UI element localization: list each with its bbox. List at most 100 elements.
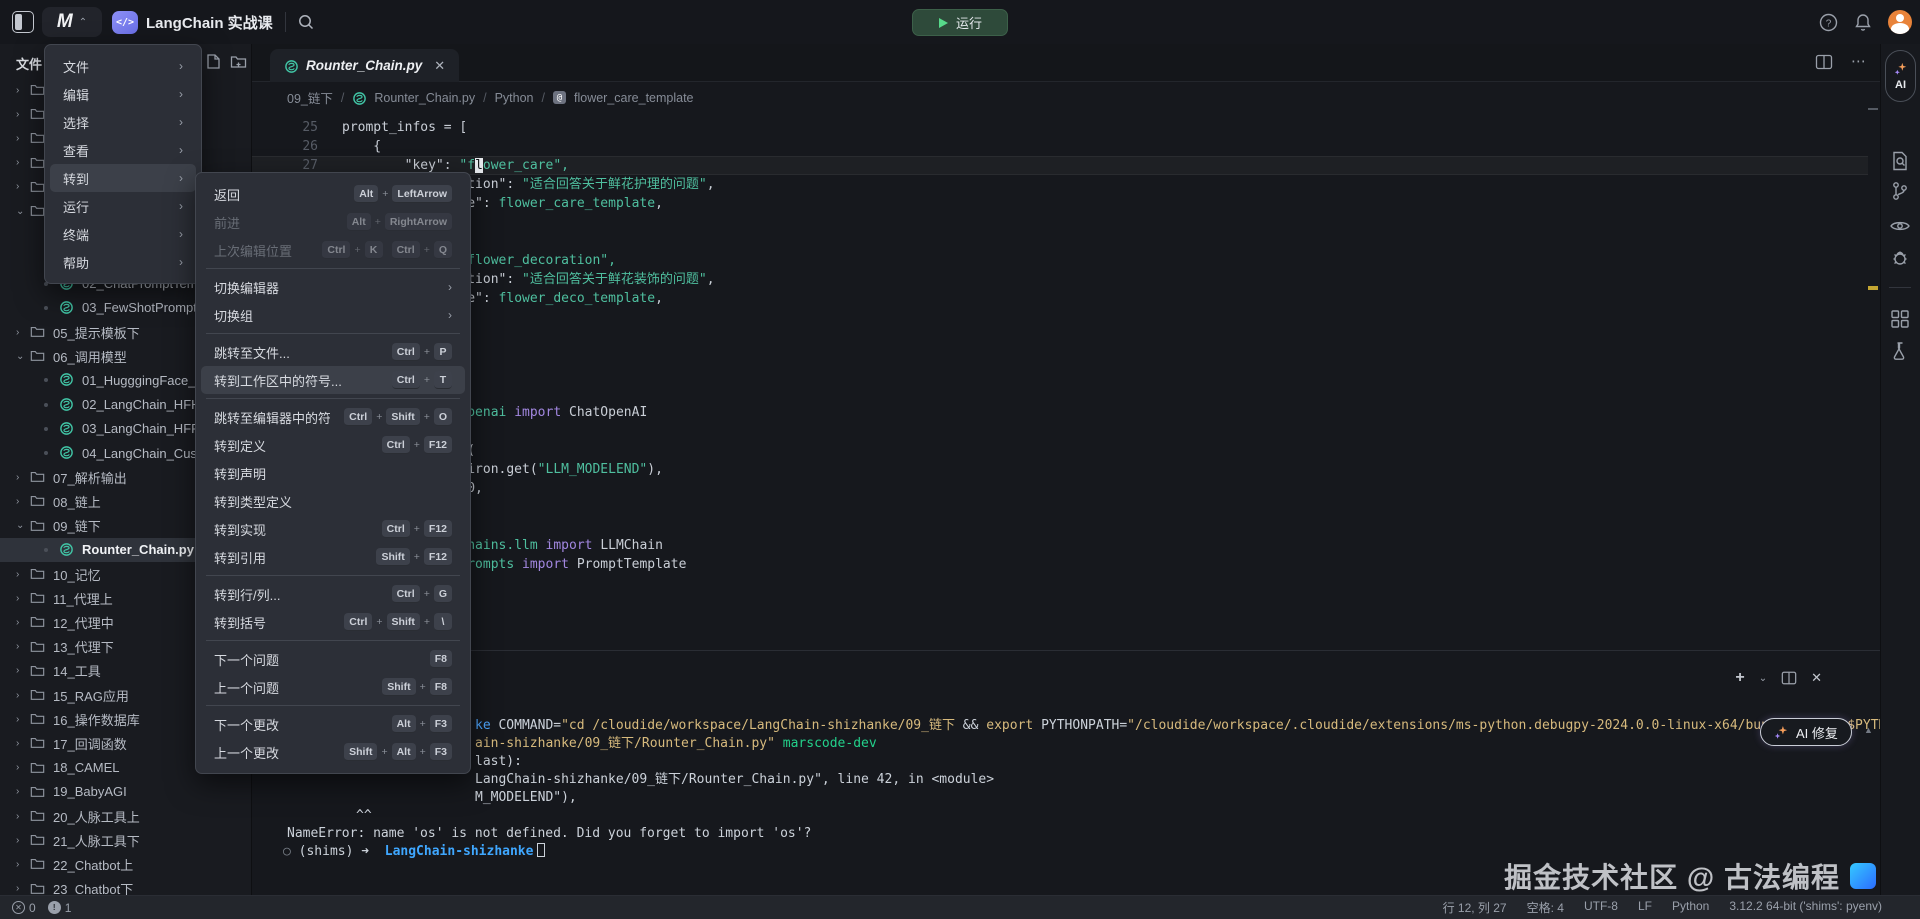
menu-separator xyxy=(206,575,460,576)
chevron-right-icon: › xyxy=(16,835,26,846)
menu-item[interactable]: 跳转至文件...Ctrl+P xyxy=(201,338,465,366)
problems-warnings[interactable]: ! 1 xyxy=(48,901,72,915)
tree-item-label: 14_工具 xyxy=(53,661,101,680)
svg-text:?: ? xyxy=(1826,18,1832,29)
breadcrumb-item[interactable]: flower_care_template xyxy=(574,91,694,105)
eye-icon[interactable] xyxy=(1889,215,1911,237)
menu-item[interactable]: 返回Alt+LeftArrow xyxy=(201,180,465,208)
tree-item-label: 08_链上 xyxy=(53,492,101,511)
main-menu: 文件›编辑›选择›查看›转到›运行›终端›帮助› xyxy=(44,44,202,284)
menu-item[interactable]: 查看› xyxy=(50,136,196,164)
key-badge: LeftArrow xyxy=(392,185,452,203)
key-badge: P xyxy=(434,343,452,361)
close-icon[interactable]: ✕ xyxy=(1811,670,1822,686)
chevron-right-icon: › xyxy=(16,786,26,797)
menu-item[interactable]: 选择› xyxy=(50,108,196,136)
menu-item[interactable]: 上一个更改Shift+Alt+F3 xyxy=(201,738,465,766)
warning-icon: ! xyxy=(48,901,61,914)
app-logo-button[interactable]: M ⌃ xyxy=(42,7,102,37)
menu-item[interactable]: 帮助› xyxy=(50,248,196,276)
breadcrumb[interactable]: 09_链下/Rounter_Chain.py/Python/@flower_ca… xyxy=(287,88,694,107)
chevron-right-icon: › xyxy=(16,762,26,773)
problems-errors[interactable]: ✕ 0 xyxy=(12,901,36,915)
menu-item-label: 转到工作区中的符号... xyxy=(214,371,378,390)
folder-icon xyxy=(30,324,46,340)
key-badge: Alt xyxy=(392,743,416,761)
menu-item[interactable]: 运行› xyxy=(50,192,196,220)
chevron-up-icon: ⌃ xyxy=(79,17,87,28)
tree-item-label: 13_代理下 xyxy=(53,637,114,656)
menu-item[interactable]: 切换编辑器› xyxy=(201,273,465,301)
status-item[interactable]: Python xyxy=(1672,899,1709,916)
menu-item[interactable]: 转到引用Shift+F12 xyxy=(201,543,465,571)
shortcut: Shift+F12 xyxy=(376,548,452,566)
menu-item[interactable]: 文件› xyxy=(50,52,196,80)
menu-item[interactable]: 上一个问题Shift+F8 xyxy=(201,673,465,701)
menu-item[interactable]: 转到括号Ctrl+Shift+\ xyxy=(201,608,465,636)
menu-item[interactable]: 转到声明 xyxy=(201,459,465,487)
status-item[interactable]: LF xyxy=(1638,899,1652,916)
status-item[interactable]: 空格: 4 xyxy=(1527,899,1564,916)
run-label: 运行 xyxy=(956,13,982,32)
file-search-icon[interactable] xyxy=(1889,150,1911,172)
status-item[interactable]: UTF-8 xyxy=(1584,899,1618,916)
file-dot-icon xyxy=(44,403,48,407)
chevron-down-icon[interactable]: ⌄ xyxy=(258,14,267,27)
scroll-up-icon[interactable]: ▲ xyxy=(1864,725,1873,735)
breadcrumb-item[interactable]: Python xyxy=(495,91,534,105)
notifications-bell-icon[interactable] xyxy=(1854,13,1872,32)
menu-item-label: 转到实现 xyxy=(214,520,368,539)
tree-folder-row[interactable]: ›19_BabyAGI xyxy=(0,780,252,804)
breadcrumb-item[interactable]: Rounter_Chain.py xyxy=(374,91,475,105)
menu-item[interactable]: 转到› xyxy=(50,164,196,192)
menu-item[interactable]: 下一个更改Alt+F3 xyxy=(201,710,465,738)
ai-assistant-button[interactable]: AI xyxy=(1885,50,1916,102)
run-button[interactable]: 运行 xyxy=(912,9,1008,36)
panel-toggle-icon[interactable] xyxy=(12,11,34,33)
new-terminal-icon[interactable]: + xyxy=(1735,669,1744,687)
tree-folder-row[interactable]: ›22_Chatbot上 xyxy=(0,852,252,876)
key-badge: F12 xyxy=(424,436,452,454)
status-item[interactable]: 行 12, 列 27 xyxy=(1443,899,1507,916)
menu-item[interactable]: 切换组› xyxy=(201,301,465,329)
folder-icon xyxy=(30,590,46,606)
avatar[interactable] xyxy=(1888,10,1912,34)
tree-folder-row[interactable]: ›20_人脉工具上 xyxy=(0,804,252,828)
terminal-line: LangChain-shizhanke/09_链下/Rounter_Chain.… xyxy=(475,771,994,788)
breadcrumb-separator: / xyxy=(341,91,344,105)
file-dot-icon xyxy=(44,306,48,310)
menu-item[interactable]: 转到定义Ctrl+F12 xyxy=(201,431,465,459)
ai-label: AI xyxy=(1895,79,1906,91)
help-icon[interactable]: ? xyxy=(1819,13,1838,32)
git-branch-icon[interactable] xyxy=(1889,180,1911,202)
menu-item[interactable]: 转到工作区中的符号...Ctrl+T xyxy=(201,366,465,394)
bug-icon[interactable] xyxy=(1889,247,1911,269)
menu-item[interactable]: 编辑› xyxy=(50,80,196,108)
tree-folder-row[interactable]: ›21_人脉工具下 xyxy=(0,828,252,852)
ai-fix-label: AI 修复 xyxy=(1796,723,1838,742)
tree-item-label: 05_提示模板下 xyxy=(53,323,140,342)
tree-folder-row[interactable]: ›23_Chatbot下 xyxy=(0,877,252,895)
chevron-down-icon[interactable]: ⌄ xyxy=(1759,673,1767,684)
terminal-line: ^^ xyxy=(356,807,372,824)
chevron-right-icon: › xyxy=(179,59,183,73)
flask-icon[interactable] xyxy=(1889,340,1911,362)
menu-item[interactable]: 终端› xyxy=(50,220,196,248)
menu-item[interactable]: 跳转至编辑器中的符号...Ctrl+Shift+O xyxy=(201,403,465,431)
menu-item[interactable]: 转到行/列...Ctrl+G xyxy=(201,580,465,608)
status-item[interactable]: 3.12.2 64-bit ('shims': pyenv) xyxy=(1729,899,1882,916)
menu-item[interactable]: 下一个问题F8 xyxy=(201,645,465,673)
split-panel-icon[interactable] xyxy=(1781,670,1797,686)
code-area[interactable]: 25prompt_infos = [26 {27 "key": "flower_… xyxy=(252,44,1868,650)
shortcut: Ctrl+Shift+O xyxy=(344,408,452,426)
workspace-title[interactable]: LangChain 实战课 xyxy=(146,12,273,33)
search-icon[interactable] xyxy=(297,13,315,31)
ai-fix-button[interactable]: AI 修复 xyxy=(1760,718,1852,746)
menu-item[interactable]: 转到实现Ctrl+F12 xyxy=(201,515,465,543)
top-bar: M ⌃ </> LangChain 实战课 ⌄ 运行 ? xyxy=(0,0,1920,44)
menu-item[interactable]: 转到类型定义 xyxy=(201,487,465,515)
breadcrumb-item[interactable]: 09_链下 xyxy=(287,88,333,107)
chevron-right-icon: › xyxy=(16,714,26,725)
file-dot-icon xyxy=(44,427,48,431)
extensions-icon[interactable] xyxy=(1889,308,1911,330)
